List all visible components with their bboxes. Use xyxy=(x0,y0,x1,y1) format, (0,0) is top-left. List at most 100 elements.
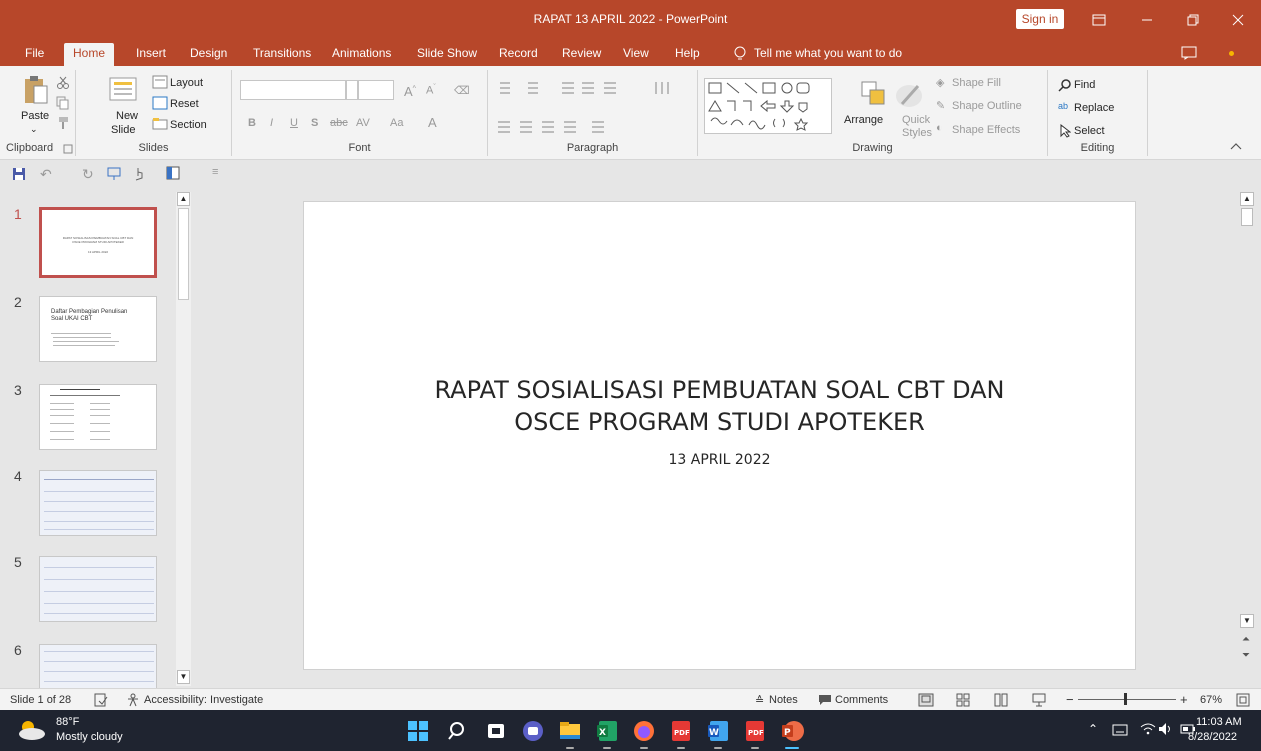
select-cursor-icon[interactable] xyxy=(1059,124,1071,138)
excel-icon[interactable]: X xyxy=(595,719,619,743)
slide-title[interactable]: RAPAT SOSIALISASI PEMBUATAN SOAL CBT DAN… xyxy=(304,374,1135,438)
text-shadow-button[interactable]: S xyxy=(311,117,318,129)
pdf-app-icon[interactable]: PDF xyxy=(743,719,767,743)
zoom-slider-thumb[interactable] xyxy=(1124,693,1127,705)
scroll-thumb[interactable] xyxy=(1241,208,1253,226)
scroll-up-icon[interactable]: ▲ xyxy=(177,192,190,206)
restore-icon[interactable] xyxy=(1170,0,1216,40)
shape-fill-button[interactable]: Shape Fill xyxy=(952,77,1001,89)
strikethrough-button[interactable]: abc xyxy=(330,117,348,129)
reset-icon[interactable] xyxy=(152,96,168,110)
tab-file[interactable]: File xyxy=(16,43,53,66)
section-button[interactable]: Section xyxy=(170,119,207,131)
tab-slide-show[interactable]: Slide Show xyxy=(408,43,486,66)
scroll-thumb[interactable] xyxy=(178,208,189,300)
weather-temperature[interactable]: 88°F xyxy=(56,716,79,728)
tab-record[interactable]: Record xyxy=(490,43,547,66)
save-icon[interactable] xyxy=(12,167,26,181)
section-icon[interactable] xyxy=(152,117,168,131)
replace-icon[interactable]: ab xyxy=(1058,101,1068,111)
search-icon[interactable] xyxy=(446,719,470,743)
previous-slide-icon[interactable]: ⏶ xyxy=(1242,634,1250,645)
close-icon[interactable] xyxy=(1215,0,1261,40)
tab-view[interactable]: View xyxy=(614,43,658,66)
word-icon[interactable]: W xyxy=(706,719,730,743)
scroll-down-icon[interactable]: ▼ xyxy=(1240,614,1254,628)
underline-button[interactable]: U xyxy=(290,117,298,129)
normal-view-icon[interactable] xyxy=(918,693,934,707)
font-name-dropdown-icon[interactable] xyxy=(346,80,358,100)
notes-icon[interactable]: ≙ xyxy=(755,694,764,707)
font-color-button[interactable]: A xyxy=(428,115,437,130)
slide-show-icon[interactable] xyxy=(1032,693,1046,707)
zoom-out-icon[interactable]: − xyxy=(1066,692,1074,707)
zoom-level[interactable]: 67% xyxy=(1200,694,1222,706)
quick-styles-icon[interactable] xyxy=(894,80,924,108)
minimize-icon[interactable] xyxy=(1124,0,1170,40)
alignment-icons[interactable] xyxy=(496,120,666,134)
file-explorer-icon[interactable] xyxy=(558,719,582,743)
tab-design[interactable]: Design xyxy=(181,43,236,66)
fit-to-window-icon[interactable] xyxy=(1236,693,1250,707)
collapse-ribbon-icon[interactable] xyxy=(1230,142,1242,150)
decrease-font-size-icon[interactable]: Aˇ xyxy=(426,84,436,97)
clock-time[interactable]: 11:03 AM xyxy=(1196,716,1242,728)
tab-review[interactable]: Review xyxy=(553,43,610,66)
character-spacing-icon[interactable]: AV xyxy=(356,117,370,129)
undo-icon[interactable]: ↶ xyxy=(40,166,52,183)
find-icon[interactable] xyxy=(1058,78,1072,92)
paste-button[interactable]: Paste xyxy=(21,110,49,122)
windows-start-icon[interactable] xyxy=(406,719,430,743)
reset-button[interactable]: Reset xyxy=(170,98,199,110)
task-view-icon[interactable] xyxy=(484,719,508,743)
comments-icon[interactable] xyxy=(818,694,832,706)
layout-button[interactable]: Layout xyxy=(170,77,203,89)
replace-button[interactable]: Replace xyxy=(1074,102,1114,114)
quick-styles-button-line2[interactable]: Styles xyxy=(902,127,932,139)
show-hidden-icons-icon[interactable]: ⌃ xyxy=(1088,722,1098,736)
slide-thumbnail-1[interactable]: RAPAT SOSIALISASI PEMBUATAN SOAL CBT DAN… xyxy=(39,207,157,278)
paste-icon[interactable] xyxy=(23,74,49,106)
zoom-slider[interactable] xyxy=(1078,699,1176,700)
zoom-in-icon[interactable]: + xyxy=(1180,692,1188,707)
dialog-launcher-icon[interactable] xyxy=(63,144,73,154)
new-slide-button-line2[interactable]: Slide xyxy=(111,124,135,136)
weather-cloud-icon[interactable] xyxy=(16,719,46,741)
wifi-icon[interactable] xyxy=(1140,722,1156,736)
ribbon-display-options-icon[interactable] xyxy=(1076,0,1122,40)
slide-subtitle[interactable]: 13 APRIL 2022 xyxy=(304,452,1135,468)
slide-scrollbar[interactable]: ▲ ▼ ⏶ ⏷ xyxy=(1238,188,1256,688)
format-painter-icon[interactable] xyxy=(56,116,70,130)
shape-effects-icon[interactable]: ◐ xyxy=(936,122,943,134)
customize-qat-icon[interactable]: ≡ xyxy=(212,166,218,178)
find-button[interactable]: Find xyxy=(1074,79,1095,91)
accessibility-status[interactable]: Accessibility: Investigate xyxy=(144,694,263,706)
new-slide-button-line1[interactable]: New xyxy=(116,110,138,122)
tab-animations[interactable]: Animations xyxy=(323,43,400,66)
font-name-input[interactable] xyxy=(240,80,346,100)
shape-fill-icon[interactable]: ◈ xyxy=(936,76,944,89)
comments-button[interactable]: Comments xyxy=(835,694,888,706)
keyboard-icon[interactable] xyxy=(1112,723,1128,737)
tab-transitions[interactable]: Transitions xyxy=(244,43,320,66)
slide-sorter-icon[interactable] xyxy=(956,693,970,707)
shape-effects-button[interactable]: Shape Effects xyxy=(952,124,1020,136)
redo-icon[interactable]: ↻ xyxy=(82,166,94,183)
slide-canvas[interactable]: RAPAT SOSIALISASI PEMBUATAN SOAL CBT DAN… xyxy=(303,201,1136,670)
paste-dropdown-icon[interactable]: ⌄ xyxy=(30,124,38,135)
slide-thumbnail-4[interactable] xyxy=(39,470,157,536)
weather-condition[interactable]: Mostly cloudy xyxy=(56,731,123,743)
slide-thumbnail-3[interactable] xyxy=(39,384,157,450)
accessibility-icon[interactable] xyxy=(126,693,140,707)
bullets-numbering-indent-icons[interactable] xyxy=(496,80,676,96)
italic-button[interactable]: I xyxy=(270,117,273,129)
font-size-input[interactable] xyxy=(358,80,394,100)
firefox-icon[interactable] xyxy=(632,719,656,743)
tab-help[interactable]: Help xyxy=(666,43,709,66)
arrange-button[interactable]: Arrange xyxy=(844,114,883,126)
powerpoint-icon[interactable]: P xyxy=(780,719,804,743)
scroll-down-icon[interactable]: ▼ xyxy=(177,670,190,684)
quick-styles-button-line1[interactable]: Quick xyxy=(902,114,930,126)
present-from-start-icon[interactable] xyxy=(106,166,122,182)
layout-view-icon[interactable] xyxy=(166,166,180,180)
